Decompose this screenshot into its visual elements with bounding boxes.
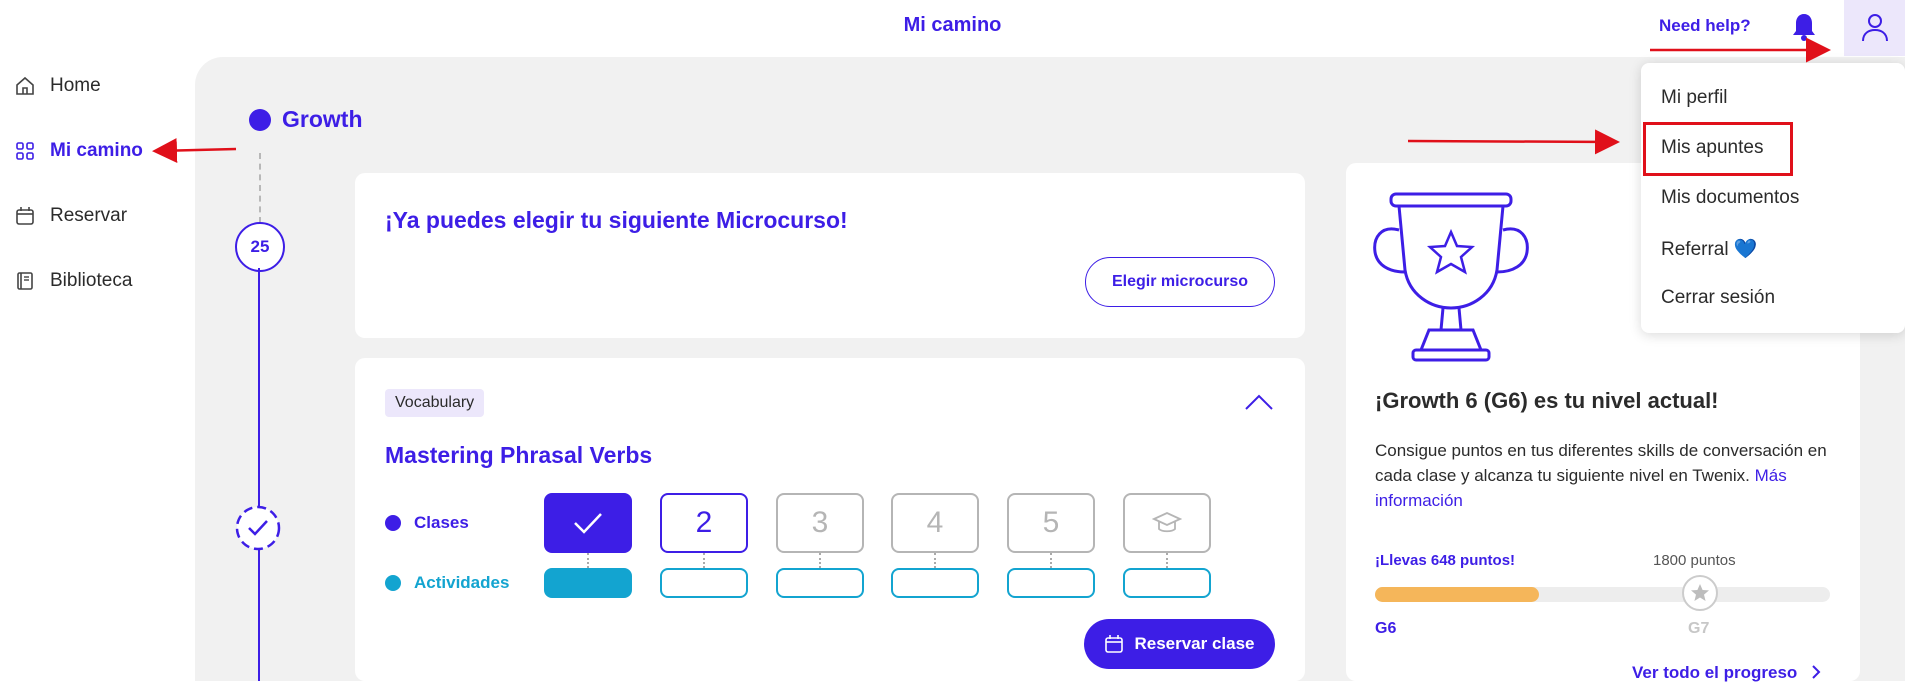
activity-step[interactable] xyxy=(1123,568,1211,598)
step-connector xyxy=(703,553,705,568)
step-connector xyxy=(1050,553,1052,568)
class-step[interactable]: 5 xyxy=(1007,493,1095,553)
bell-icon[interactable] xyxy=(1791,12,1817,42)
view-progress-link[interactable]: Ver todo el progreso xyxy=(1632,663,1822,683)
activity-step[interactable] xyxy=(776,568,864,598)
path-title: Growth xyxy=(282,106,363,132)
annotation-highlight-box xyxy=(1643,122,1793,176)
menu-item-cerrar-sesion[interactable]: Cerrar sesión xyxy=(1661,287,1775,309)
next-level-label: G7 xyxy=(1688,620,1710,637)
menu-item-mi-perfil[interactable]: Mi perfil xyxy=(1661,87,1728,109)
sidebar-item-mi-camino[interactable]: Mi camino xyxy=(14,140,143,162)
level-description: Consigue puntos en tus diferentes skills… xyxy=(1375,438,1845,513)
user-icon xyxy=(1861,14,1888,42)
menu-item-mis-documentos[interactable]: Mis documentos xyxy=(1661,187,1799,209)
growth-dot xyxy=(249,109,271,131)
chevron-right-icon xyxy=(1812,665,1821,679)
level-progress-fill xyxy=(1375,587,1539,602)
activity-step[interactable] xyxy=(891,568,979,598)
sidebar-item-biblioteca[interactable]: Biblioteca xyxy=(14,270,132,292)
classes-dot xyxy=(385,515,401,531)
menu-item-referral[interactable]: Referral 💙 xyxy=(1661,237,1758,261)
activity-step[interactable] xyxy=(660,568,748,598)
activity-step-completed[interactable] xyxy=(544,568,632,598)
sidebar-item-reservar[interactable]: Reservar xyxy=(14,205,127,227)
calendar-icon xyxy=(1105,635,1124,653)
view-progress-label: Ver todo el progreso xyxy=(1632,663,1798,682)
class-step-final[interactable] xyxy=(1123,493,1211,553)
book-class-button[interactable]: Reservar clase xyxy=(1084,619,1275,669)
grid-icon xyxy=(16,142,34,160)
points-current: ¡Llevas 648 puntos! xyxy=(1375,552,1516,569)
completed-check-icon xyxy=(235,505,281,551)
sidebar-item-label: Biblioteca xyxy=(50,270,133,291)
step-connector xyxy=(819,553,821,568)
book-icon xyxy=(17,272,33,290)
sidebar-item-label: Mi camino xyxy=(50,140,143,161)
calendar-icon xyxy=(16,207,34,225)
step-connector xyxy=(1166,553,1168,568)
class-step[interactable]: 2 xyxy=(660,493,748,553)
classes-label: Clases xyxy=(414,513,469,532)
page-title: Mi camino xyxy=(903,14,1002,36)
sidebar-item-label: Reservar xyxy=(50,205,128,226)
points-target: 1800 puntos xyxy=(1653,552,1736,569)
chevron-up-icon[interactable] xyxy=(1244,392,1274,412)
sidebar-item-label: Home xyxy=(50,75,101,96)
choose-course-button[interactable]: Elegir microcurso xyxy=(1085,257,1275,307)
activities-dot xyxy=(385,575,401,591)
class-step-completed[interactable] xyxy=(544,493,632,553)
graduation-cap-icon xyxy=(1152,512,1182,533)
path-dashed-line xyxy=(259,153,261,223)
sidebar-item-home[interactable]: Home xyxy=(14,75,101,97)
profile-button[interactable] xyxy=(1844,0,1905,56)
current-level-label: G6 xyxy=(1375,620,1397,637)
class-step[interactable]: 3 xyxy=(776,493,864,553)
activities-label: Actividades xyxy=(414,573,510,592)
path-line xyxy=(258,268,260,681)
level-progress-bar xyxy=(1375,587,1830,602)
next-course-title: ¡Ya puedes elegir tu siguiente Microcurs… xyxy=(385,207,848,233)
course-tag: Vocabulary xyxy=(385,389,485,417)
star-icon xyxy=(1682,575,1718,611)
step-connector xyxy=(587,553,589,568)
step-connector xyxy=(934,553,936,568)
trophy-icon xyxy=(1371,190,1531,365)
book-class-label: Reservar clase xyxy=(1134,634,1255,653)
need-help-link[interactable]: Need help? xyxy=(1659,16,1751,36)
home-icon xyxy=(16,76,34,95)
class-step[interactable]: 4 xyxy=(891,493,979,553)
activity-step[interactable] xyxy=(1007,568,1095,598)
next-course-card xyxy=(355,173,1305,338)
course-title: Mastering Phrasal Verbs xyxy=(385,442,653,468)
check-icon xyxy=(574,513,602,534)
level-title: ¡Growth 6 (G6) es tu nivel actual! xyxy=(1375,388,1719,413)
level-number-badge: 25 xyxy=(235,222,285,272)
